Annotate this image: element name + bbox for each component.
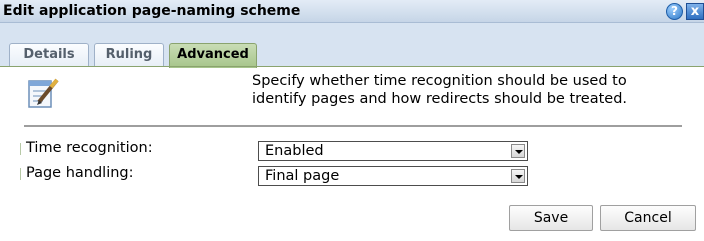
time-recognition-select[interactable]: Enabled	[258, 141, 528, 161]
tab-divider	[0, 66, 704, 67]
help-icon[interactable]: ?	[666, 3, 683, 20]
tab-strip: Details Ruling Advanced	[0, 23, 704, 68]
tab-advanced[interactable]: Advanced	[169, 43, 257, 68]
dialog-titlebar: Edit application page-naming scheme ? x	[0, 0, 704, 23]
description-line-2: identify pages and how redirects should …	[252, 91, 628, 107]
tab-details-label: Details	[23, 47, 75, 62]
page-handling-select[interactable]: Final page	[258, 166, 528, 186]
edit-page-naming-dialog: Edit application page-naming scheme ? x …	[0, 0, 704, 241]
section-separator	[24, 125, 682, 127]
cancel-button[interactable]: Cancel	[600, 205, 696, 231]
field-marker	[20, 168, 21, 180]
page-handling-value: Final page	[265, 168, 340, 184]
description-line-1: Specify whether time recognition should …	[252, 73, 627, 89]
page-handling-label: Page handling:	[26, 165, 134, 181]
field-marker	[20, 143, 21, 155]
time-recognition-value: Enabled	[265, 143, 324, 159]
time-recognition-label: Time recognition:	[26, 140, 153, 156]
save-button[interactable]: Save	[509, 205, 593, 231]
edit-settings-icon	[28, 78, 59, 108]
description-text: Specify whether time recognition should …	[252, 72, 692, 108]
tab-advanced-label: Advanced	[177, 47, 249, 62]
tab-ruling-label: Ruling	[105, 47, 153, 62]
tab-ruling[interactable]: Ruling	[94, 43, 164, 67]
close-icon[interactable]: x	[686, 3, 704, 20]
dialog-title: Edit application page-naming scheme	[3, 3, 301, 19]
chevron-down-icon[interactable]	[511, 169, 525, 183]
chevron-down-icon[interactable]	[511, 144, 525, 158]
tab-details[interactable]: Details	[9, 43, 89, 67]
